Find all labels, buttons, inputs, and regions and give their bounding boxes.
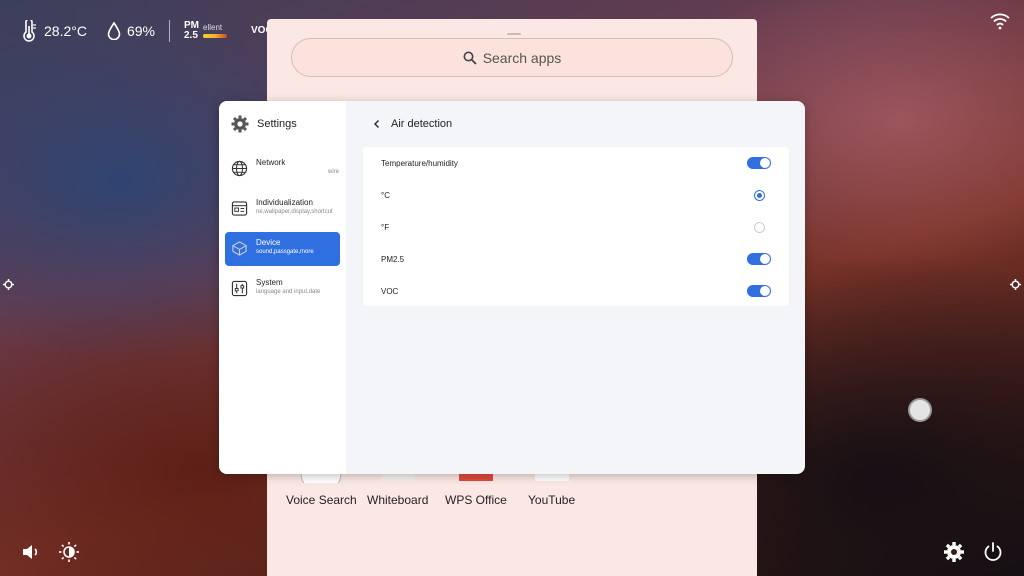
whiteboard-icon xyxy=(380,473,415,481)
row-temperature-humidity[interactable]: Temperature/humidity xyxy=(363,147,789,179)
pm25-status: PM 2.5 ellent xyxy=(184,21,227,41)
app-youtube[interactable]: YouTube xyxy=(528,473,575,507)
row-label: Temperature/humidity xyxy=(381,158,458,168)
settings-sidebar: Settings Network wire Individualization … xyxy=(219,101,346,474)
pm25-quality-text: ellent xyxy=(203,23,223,32)
nav-label: System xyxy=(256,278,283,287)
fahrenheit-radio[interactable] xyxy=(754,221,765,233)
row-pm25[interactable]: PM2.5 xyxy=(363,243,789,275)
brightness-icon[interactable] xyxy=(58,541,80,563)
app-wps-office[interactable]: WPS Office xyxy=(445,473,507,507)
celsius-radio[interactable] xyxy=(754,189,765,201)
back-chevron-icon[interactable] xyxy=(371,118,383,130)
humidity-status: 69% xyxy=(107,22,155,40)
temperature-value: 28.2°C xyxy=(44,23,87,39)
pm25-quality-bar xyxy=(203,34,227,38)
humidity-value: 69% xyxy=(126,23,155,39)
floating-assistive-ball[interactable] xyxy=(908,398,932,422)
search-icon xyxy=(463,51,477,65)
drawer-handle[interactable] xyxy=(507,33,521,35)
air-detection-panel: Temperature/humidity °C °F PM2.5 VOC xyxy=(363,147,789,306)
nav-item-network[interactable]: Network wire xyxy=(225,152,340,186)
pm25-toggle[interactable] xyxy=(747,253,771,265)
layout-icon xyxy=(231,201,248,216)
settings-dialog: Settings Network wire Individualization … xyxy=(219,101,805,474)
row-label: °C xyxy=(381,190,390,200)
status-bar: 28.2°C 69% PM 2.5 ellent VOC G xyxy=(20,16,301,46)
row-label: VOC xyxy=(381,286,399,296)
nav-label: Individualization xyxy=(256,198,313,207)
volume-icon[interactable] xyxy=(20,541,42,563)
youtube-icon xyxy=(534,473,569,481)
nav-sub: language and input,date xyxy=(256,289,321,295)
device-icon xyxy=(232,241,247,256)
content-header: Air detection xyxy=(371,118,452,130)
nav-sub: wire xyxy=(328,169,340,175)
globe-icon xyxy=(231,160,248,177)
voice-search-icon xyxy=(300,473,342,483)
right-side-gear-icon[interactable] xyxy=(1010,279,1021,290)
row-voc[interactable]: VOC xyxy=(363,275,789,307)
sliders-icon xyxy=(231,280,248,297)
row-label: PM2.5 xyxy=(381,254,405,264)
left-side-gear-icon[interactable] xyxy=(3,279,14,290)
settings-title: Settings xyxy=(257,118,297,130)
wifi-icon[interactable] xyxy=(990,12,1010,30)
status-divider xyxy=(169,20,170,42)
nav-item-individualization[interactable]: Individualization ne,wallpaper,display,s… xyxy=(225,192,340,226)
pm25-label: PM 2.5 xyxy=(184,20,199,41)
app-whiteboard[interactable]: Whiteboard xyxy=(367,473,428,507)
water-drop-icon xyxy=(107,22,121,40)
voc-toggle[interactable] xyxy=(747,285,771,297)
nav-item-device[interactable]: Device sound,passgate,more xyxy=(225,232,340,266)
page-title: Air detection xyxy=(391,118,453,130)
nav-sub: ne,wallpaper,display,shortcut xyxy=(256,209,333,215)
search-apps-input[interactable]: Search apps xyxy=(291,38,733,77)
row-fahrenheit[interactable]: °F xyxy=(363,211,789,243)
wps-office-icon xyxy=(458,473,493,481)
app-voice-search[interactable]: Voice Search xyxy=(286,473,357,507)
temperature-humidity-toggle[interactable] xyxy=(747,157,771,169)
nav-sub: sound,passgate,more xyxy=(256,249,314,255)
power-icon[interactable] xyxy=(982,541,1004,563)
search-placeholder: Search apps xyxy=(482,49,562,66)
gear-icon xyxy=(231,115,249,133)
row-celsius[interactable]: °C xyxy=(363,179,789,211)
app-list: Voice Search Whiteboard WPS Office YouTu… xyxy=(267,473,757,519)
temperature-status: 28.2°C xyxy=(20,20,87,42)
settings-header: Settings xyxy=(231,115,297,133)
nav-label: Device xyxy=(256,238,281,247)
settings-gear-icon[interactable] xyxy=(943,541,965,563)
nav-label: Network xyxy=(256,158,286,167)
row-label: °F xyxy=(381,222,390,232)
thermometer-icon xyxy=(23,20,36,42)
nav-item-system[interactable]: System language and input,date xyxy=(225,272,340,306)
